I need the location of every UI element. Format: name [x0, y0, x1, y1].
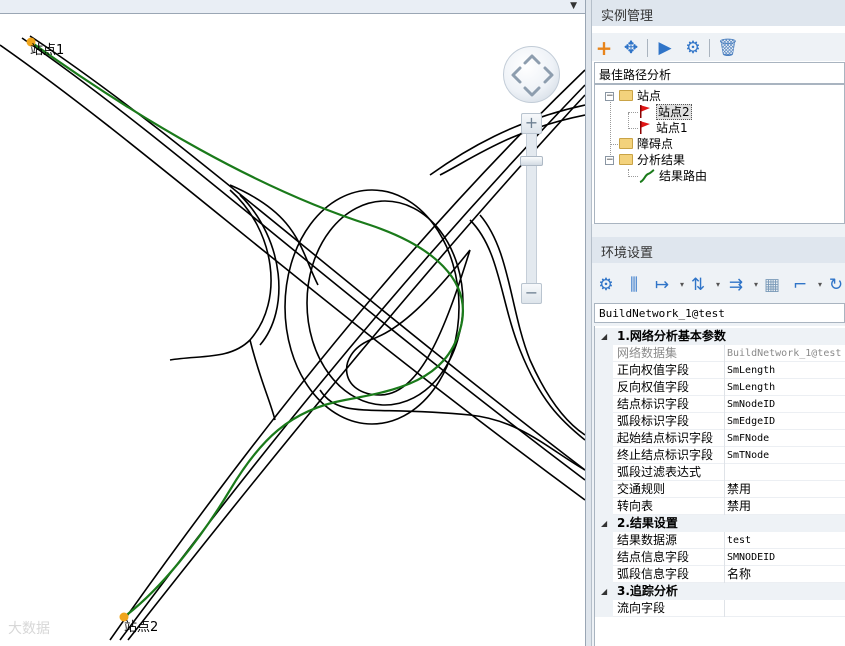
road-segment	[345, 249, 471, 396]
map-view[interactable]: ▼ 站点1 站点2 大数据 + −	[0, 0, 585, 646]
category-basic-params[interactable]: ◢ 1.网络分析基本参数	[595, 328, 845, 345]
road-segment	[29, 35, 585, 471]
tree-connector	[628, 113, 629, 129]
direction-icon[interactable]: ↦	[652, 275, 672, 295]
zoom-out-button[interactable]: −	[521, 283, 542, 304]
network-source-field[interactable]: BuildNetwork_1@test	[594, 303, 845, 323]
station-2-label: 站点2	[124, 620, 159, 635]
road-segment	[239, 194, 280, 346]
property-row[interactable]: 正向权值字段 SmLength	[595, 362, 845, 379]
move-icon[interactable]: ✥	[621, 38, 641, 58]
property-row[interactable]: 反向权值字段 SmLength	[595, 379, 845, 396]
road-segment	[319, 389, 585, 471]
env-toolbar: ⚙ ⫼ ↦ ▾ ⇅ ▾ ⇉ ▾ ▦ ⌐ ▾ ↻	[592, 270, 845, 298]
env-panel-title: 环境设置	[592, 237, 845, 263]
dropdown-arrow-icon[interactable]: ▼	[570, 0, 577, 12]
instance-toolbar: + ✥ ▶ ⚙ 🗑	[592, 33, 845, 61]
road-segment	[249, 339, 276, 421]
pan-arrows-icon	[511, 54, 554, 97]
add-icon[interactable]: +	[594, 38, 614, 58]
property-row[interactable]: 结点信息字段 SMNODEID	[595, 549, 845, 566]
toolbar-separator	[647, 39, 648, 57]
category-trace-analysis[interactable]: ◢ 3.追踪分析	[595, 583, 845, 600]
tree-node-label: 站点	[637, 89, 662, 103]
property-row[interactable]: 流向字段	[595, 600, 845, 617]
toolbar-separator	[709, 39, 710, 57]
weight-icon[interactable]: ⇅	[688, 275, 708, 295]
property-row[interactable]: 弧段信息字段 名称	[595, 566, 845, 583]
collapse-icon[interactable]: −	[605, 92, 614, 101]
property-row[interactable]: 起始结点标识字段 SmFNode	[595, 430, 845, 447]
refresh-icon[interactable]: ↻	[826, 275, 845, 295]
property-row[interactable]: 终止结点标识字段 SmTNode	[595, 447, 845, 464]
folder-icon	[619, 138, 633, 149]
road-network	[0, 35, 585, 641]
settings-icon[interactable]: ⚙	[596, 275, 616, 295]
flag-icon	[640, 105, 650, 118]
property-grid[interactable]: ◢ 1.网络分析基本参数 网络数据集 BuildNetwork_1@test 正…	[594, 326, 845, 646]
road-segment	[439, 114, 585, 176]
zoom-in-button[interactable]: +	[521, 113, 542, 134]
road-network-canvas[interactable]	[0, 15, 585, 646]
panel-splitter[interactable]	[585, 0, 592, 646]
route-icon	[639, 169, 655, 183]
pan-control[interactable]	[503, 46, 560, 103]
tree-node-label: 分析结果	[637, 153, 686, 167]
network-icon[interactable]: ⫼	[624, 275, 644, 295]
tree-node-label: 障碍点	[637, 137, 674, 151]
trace-icon[interactable]: ⌐	[790, 275, 810, 295]
tree-connector	[628, 128, 638, 129]
property-row[interactable]: 弧段过滤表达式	[595, 464, 845, 481]
collapse-icon[interactable]: ◢	[601, 515, 607, 532]
tree-node-label: 站点2	[656, 104, 692, 120]
flow-icon[interactable]: ⇉	[726, 275, 746, 295]
folder-icon	[619, 90, 633, 101]
tree-connector	[628, 112, 638, 113]
road-segment	[109, 69, 585, 641]
category-result-settings[interactable]: ◢ 2.结果设置	[595, 515, 845, 532]
watermark-text: 大数据	[8, 621, 50, 637]
tree-node-station-2[interactable]: 站点2	[639, 104, 692, 120]
tree-connector	[628, 176, 638, 177]
collapse-icon[interactable]: −	[605, 156, 614, 165]
instance-selector[interactable]: 最佳路径分析	[594, 62, 845, 84]
tree-node-label: 站点1	[656, 121, 688, 135]
run-icon[interactable]: ▶	[655, 38, 675, 58]
delete-icon[interactable]: 🗑	[717, 38, 739, 58]
road-segment	[127, 94, 585, 641]
tree-node-barriers[interactable]: 障碍点	[619, 136, 673, 152]
station-1-label: 站点1	[30, 43, 65, 58]
folder-icon	[619, 154, 633, 165]
property-row[interactable]: 网络数据集 BuildNetwork_1@test	[595, 345, 845, 362]
flag-icon	[640, 121, 650, 134]
settings-icon[interactable]: ⚙	[683, 38, 703, 58]
property-row[interactable]: 转向表 禁用	[595, 498, 845, 515]
dropdown-arrow-icon[interactable]: ▾	[708, 275, 728, 295]
instance-tree[interactable]: − 站点 站点2 站点1 障碍点 − 分析结果 结果路由	[594, 84, 845, 224]
property-row[interactable]: 弧段标识字段 SmEdgeID	[595, 413, 845, 430]
collapse-icon[interactable]: ◢	[601, 328, 607, 345]
instance-panel-title: 实例管理	[592, 0, 845, 26]
grid-icon[interactable]: ▦	[762, 275, 782, 295]
tree-node-station-1[interactable]: 站点1	[639, 120, 688, 136]
tree-node-label: 结果路由	[659, 169, 708, 183]
result-route-path	[30, 41, 464, 618]
tree-node-result-route[interactable]: 结果路由	[639, 168, 707, 184]
zoom-slider-thumb[interactable]	[520, 156, 543, 166]
property-row[interactable]: 结果数据源 test	[595, 532, 845, 549]
map-tab-bar: ▼	[0, 0, 585, 14]
property-row[interactable]: 结点标识字段 SmNodeID	[595, 396, 845, 413]
property-row[interactable]: 交通规则 禁用	[595, 481, 845, 498]
collapse-icon[interactable]: ◢	[601, 583, 607, 600]
